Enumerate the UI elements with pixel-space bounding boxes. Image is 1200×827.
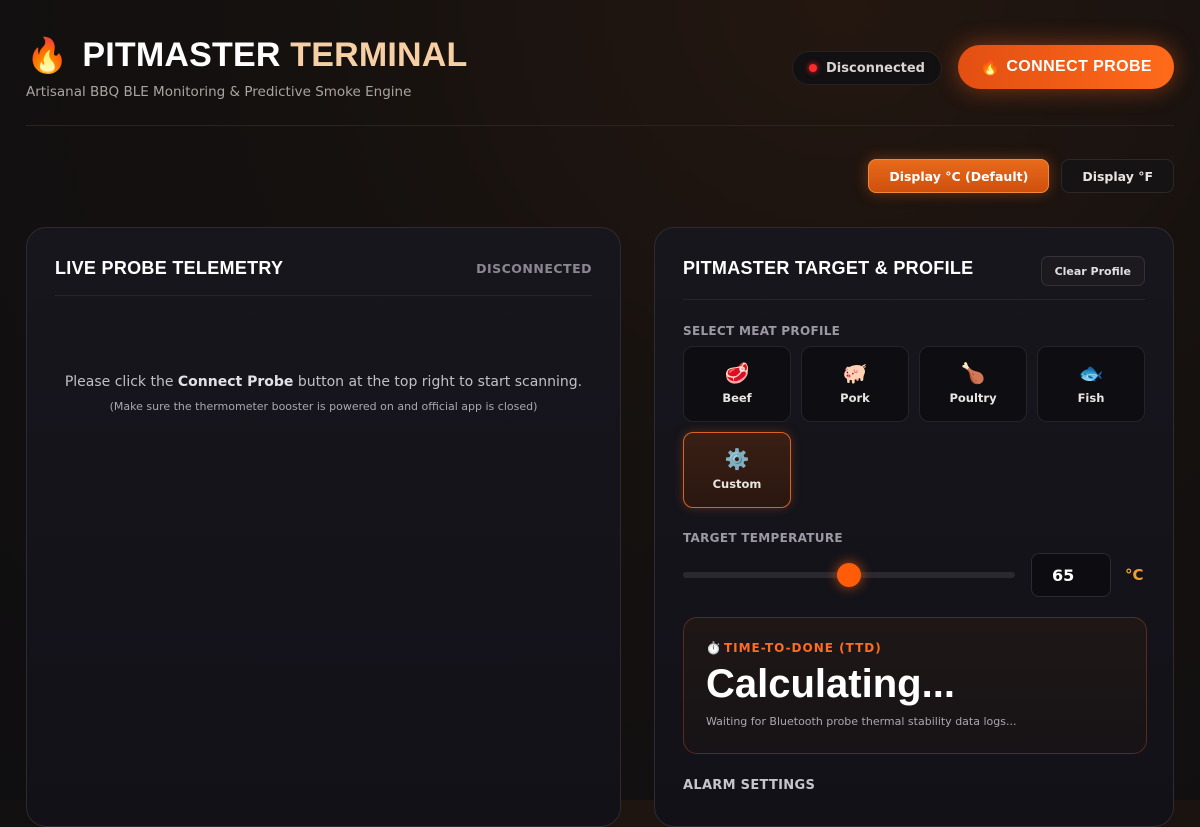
- brand: 🔥 PITMASTER TERMINAL: [26, 36, 468, 75]
- target-profile-panel: PITMASTER TARGET & PROFILE Clear Profile…: [654, 227, 1174, 827]
- app-subtitle: Artisanal BBQ BLE Monitoring & Predictiv…: [26, 84, 412, 100]
- flame-icon: 🔥: [26, 35, 69, 76]
- alarm-settings-label: ALARM SETTINGS: [683, 778, 816, 793]
- display-celsius-button[interactable]: Display °C (Default): [868, 159, 1050, 193]
- app-header: 🔥 PITMASTER TERMINAL Artisanal BBQ BLE M…: [26, 34, 1174, 126]
- profile-card-beef[interactable]: 🥩 Beef: [683, 346, 791, 422]
- gear-icon: ⚙️: [724, 447, 750, 471]
- profile-card-poultry[interactable]: 🍗 Poultry: [919, 346, 1027, 422]
- ttd-heading: ⏱️ TIME-TO-DONE (TTD): [706, 641, 882, 655]
- connection-status-badge: Disconnected: [792, 51, 942, 85]
- empty-msg-bold: Connect Probe: [177, 374, 294, 390]
- ttd-value: Calculating...: [706, 662, 955, 706]
- display-fahrenheit-button[interactable]: Display °F: [1061, 159, 1174, 193]
- slider-fill: [683, 572, 849, 578]
- flame-icon: 🔥: [980, 59, 1001, 76]
- profile-card-custom[interactable]: ⚙️ Custom: [683, 432, 791, 508]
- beef-icon: 🥩: [724, 361, 750, 385]
- app-title: PITMASTER TERMINAL: [82, 36, 467, 75]
- connect-probe-button[interactable]: 🔥 CONNECT PROBE: [958, 45, 1174, 89]
- pig-icon: 🐖: [842, 361, 868, 385]
- profile-label: Poultry: [949, 391, 997, 405]
- profile-label: Beef: [722, 391, 752, 405]
- profile-card-fish[interactable]: 🐟 Fish: [1037, 346, 1145, 422]
- target-temperature-input[interactable]: 65: [1031, 553, 1111, 597]
- profile-card-pork[interactable]: 🐖 Pork: [801, 346, 909, 422]
- target-temperature-slider[interactable]: [683, 563, 1015, 587]
- stopwatch-icon: ⏱️: [706, 641, 722, 655]
- profile-label: Fish: [1077, 391, 1105, 405]
- app-title-accent: TERMINAL: [290, 36, 468, 74]
- fish-icon: 🐟: [1078, 361, 1104, 385]
- empty-msg-suffix: button at the top right to start scannin…: [293, 374, 583, 390]
- meat-profile-grid: 🥩 Beef 🐖 Pork 🍗 Poultry 🐟 Fish ⚙️ Custom: [683, 346, 1147, 508]
- empty-state-hint: (Make sure the thermometer booster is po…: [109, 400, 538, 413]
- ttd-label: TIME-TO-DONE (TTD): [723, 641, 882, 655]
- unit-toggle-group: Display °C (Default) Display °F: [868, 159, 1174, 193]
- empty-state-message: Please click the Connect Probe button at…: [27, 374, 620, 390]
- select-meat-profile-label: SELECT MEAT PROFILE: [683, 324, 841, 338]
- connect-probe-label: CONNECT PROBE: [1006, 58, 1152, 75]
- time-to-done-card: ⏱️ TIME-TO-DONE (TTD) Calculating... Wai…: [683, 617, 1147, 754]
- connection-status-label: Disconnected: [826, 60, 925, 76]
- profile-panel-header: PITMASTER TARGET & PROFILE Clear Profile: [683, 256, 1145, 300]
- target-temperature-label: TARGET TEMPERATURE: [683, 531, 843, 545]
- drumstick-icon: 🍗: [960, 361, 986, 385]
- telemetry-status: DISCONNECTED: [476, 261, 592, 276]
- live-telemetry-panel: LIVE PROBE TELEMETRY DISCONNECTED Please…: [26, 227, 621, 827]
- app-title-main: PITMASTER: [82, 36, 281, 74]
- telemetry-panel-header: LIVE PROBE TELEMETRY DISCONNECTED: [55, 258, 592, 296]
- ttd-note: Waiting for Bluetooth probe thermal stab…: [706, 715, 1017, 728]
- slider-thumb[interactable]: [837, 563, 861, 587]
- profile-label: Custom: [712, 477, 762, 491]
- empty-msg-prefix: Please click the: [64, 374, 178, 390]
- clear-profile-button[interactable]: Clear Profile: [1040, 256, 1145, 286]
- target-temperature-unit: °C: [1125, 566, 1144, 584]
- profile-label: Pork: [840, 391, 870, 405]
- status-dot-icon: [809, 64, 817, 72]
